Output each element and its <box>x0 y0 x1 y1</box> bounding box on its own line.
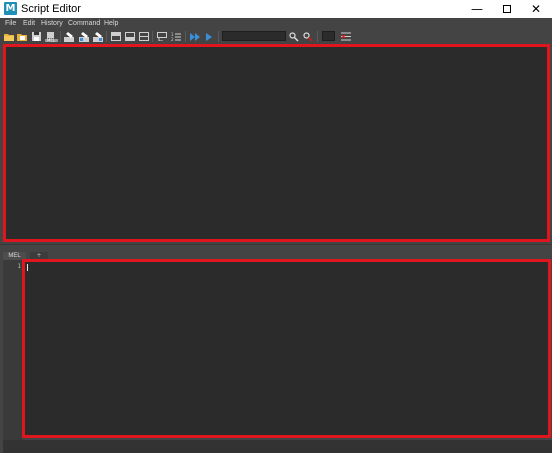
execute-icon[interactable] <box>204 31 215 42</box>
toolbar: MEL 12 <box>0 30 552 43</box>
clear-history-icon[interactable] <box>63 31 74 42</box>
execute-all-icon[interactable] <box>190 31 201 42</box>
clear-search-icon[interactable] <box>340 31 351 42</box>
toolbar-separator <box>185 31 186 42</box>
clear-all-icon[interactable] <box>92 31 103 42</box>
search-field[interactable] <box>222 31 286 41</box>
menu-command[interactable]: Command <box>68 18 100 30</box>
line-number: 1 <box>17 263 21 270</box>
editor-bottom-strip <box>3 440 552 453</box>
maya-app-icon: M <box>4 2 17 15</box>
text-caret <box>27 264 28 271</box>
clear-input-icon[interactable] <box>78 31 89 42</box>
menu-bar: File Edit History Command Help <box>0 18 552 30</box>
open-script-icon[interactable] <box>3 31 14 42</box>
toolbar-separator <box>60 31 61 42</box>
close-button[interactable]: ✕ <box>521 0 551 18</box>
echo-all-commands-icon[interactable] <box>156 31 167 42</box>
source-script-icon[interactable] <box>16 31 27 42</box>
search-icon[interactable] <box>288 31 299 42</box>
toolbar-separator <box>106 31 107 42</box>
minimize-button[interactable]: — <box>462 0 492 18</box>
svg-text:MEL: MEL <box>46 37 55 42</box>
menu-file[interactable]: File <box>5 18 16 30</box>
dark-box[interactable] <box>322 31 335 41</box>
svg-text:2: 2 <box>171 37 174 42</box>
menu-history[interactable]: History <box>41 18 63 30</box>
show-history-only-icon[interactable] <box>110 31 121 42</box>
history-output-panel[interactable] <box>3 44 550 242</box>
save-to-shelf-icon[interactable]: MEL <box>44 31 58 42</box>
line-number-gutter: 1 <box>3 260 23 450</box>
window-title: Script Editor <box>21 3 81 15</box>
show-both-icon[interactable] <box>138 31 149 42</box>
next-result-icon[interactable] <box>302 31 313 42</box>
toolbar-separator <box>218 31 219 42</box>
maximize-button[interactable] <box>492 0 522 18</box>
script-input-editor[interactable] <box>22 259 551 438</box>
show-line-numbers-icon[interactable]: 12 <box>170 31 181 42</box>
save-script-icon[interactable] <box>31 31 42 42</box>
menu-edit[interactable]: Edit <box>23 18 35 30</box>
toolbar-separator <box>317 31 318 42</box>
panel-splitter[interactable] <box>0 244 552 252</box>
toolbar-separator <box>152 31 153 42</box>
show-input-only-icon[interactable] <box>124 31 135 42</box>
menu-help[interactable]: Help <box>104 18 118 30</box>
maximize-icon <box>503 4 511 13</box>
title-bar: M Script Editor — ✕ <box>0 0 552 18</box>
